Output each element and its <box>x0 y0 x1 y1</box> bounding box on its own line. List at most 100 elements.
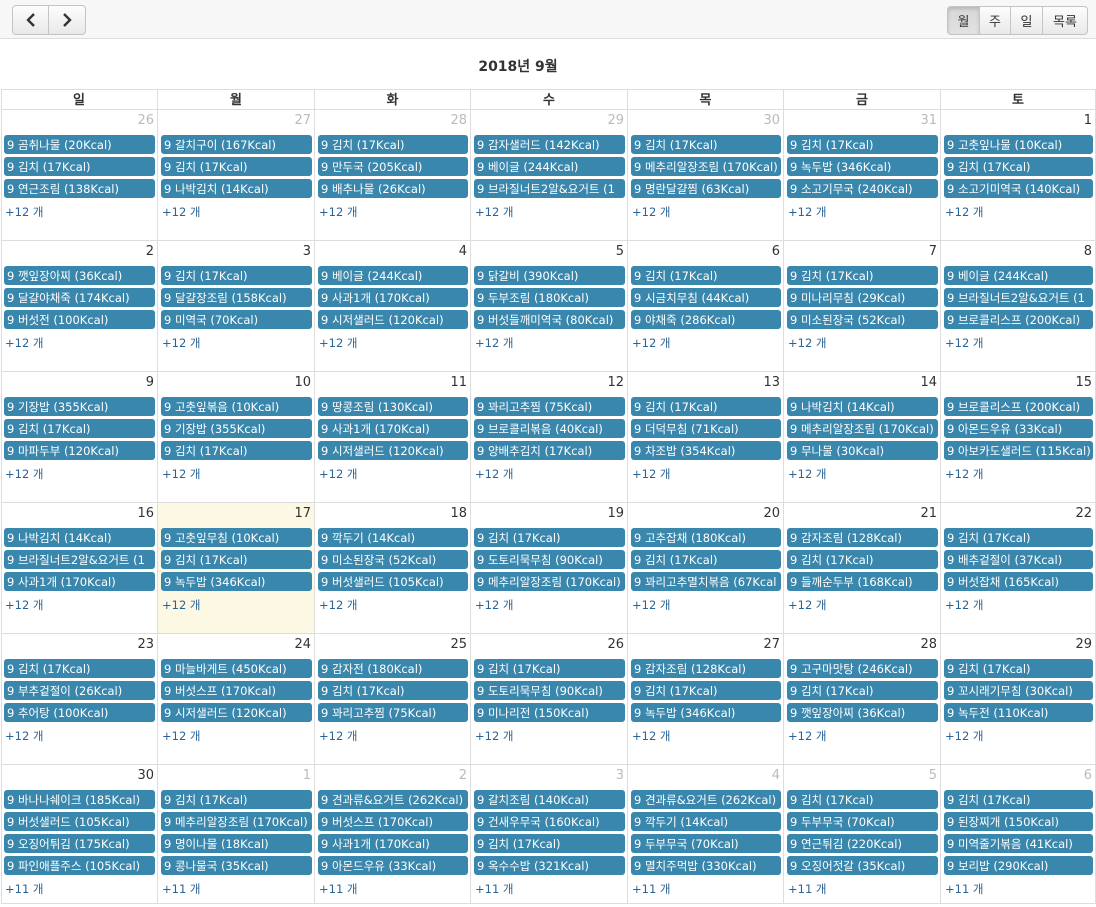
calendar-event[interactable]: 9 미소된장국 (52Kcal) <box>318 550 468 569</box>
calendar-event[interactable]: 9 김치 (17Kcal) <box>787 135 938 154</box>
calendar-event[interactable]: 9 아몬드우유 (33Kcal) <box>318 856 468 875</box>
more-events-link[interactable]: +12 개 <box>319 728 358 744</box>
calendar-event[interactable]: 9 명란달걀찜 (63Kcal) <box>631 179 781 198</box>
calendar-event[interactable]: 9 버섯스프 (170Kcal) <box>161 681 312 700</box>
day-cell[interactable]: 27 9 감자조림 (128Kcal) 9 김치 (17Kcal) 9 녹두밥 (34… <box>628 634 784 765</box>
more-events-link[interactable]: +12 개 <box>788 728 827 744</box>
day-number[interactable]: 26 <box>137 113 154 128</box>
calendar-event[interactable]: 9 녹두전 (110Kcal) <box>944 703 1093 722</box>
day-cell[interactable]: 15 9 브로콜리스프 (200Kcal) 9 아몬드우유 (33Kcal) 9 아보… <box>941 372 1096 503</box>
day-cell-today[interactable]: 17 9 고춧잎무침 (10Kcal) 9 김치 (17Kcal) 9 녹두밥 (34… <box>158 503 315 634</box>
calendar-event[interactable]: 9 김치 (17Kcal) <box>4 157 155 176</box>
day-number[interactable]: 25 <box>450 637 467 652</box>
day-number[interactable]: 29 <box>607 113 624 128</box>
calendar-event[interactable]: 9 감자조림 (128Kcal) <box>631 659 781 678</box>
calendar-event[interactable]: 9 김치 (17Kcal) <box>474 659 625 678</box>
day-cell[interactable]: 28 9 김치 (17Kcal) 9 만두국 (205Kcal) 9 배추나물 (26… <box>315 110 471 241</box>
calendar-event[interactable]: 9 땅콩조림 (130Kcal) <box>318 397 468 416</box>
calendar-event[interactable]: 9 브라질너트2알&요거트 (1 <box>474 179 625 198</box>
next-button[interactable] <box>48 5 86 35</box>
day-number[interactable]: 4 <box>772 768 780 783</box>
calendar-event[interactable]: 9 녹두밥 (346Kcal) <box>161 572 312 591</box>
more-events-link[interactable]: +12 개 <box>5 597 44 613</box>
calendar-event[interactable]: 9 김치 (17Kcal) <box>787 790 938 809</box>
day-cell[interactable]: 7 9 김치 (17Kcal) 9 미나리무침 (29Kcal) 9 미소된장국 (5… <box>784 241 941 372</box>
calendar-event[interactable]: 9 김치 (17Kcal) <box>631 266 781 285</box>
more-events-link[interactable]: +11 개 <box>475 881 514 897</box>
day-cell[interactable]: 20 9 고추잡채 (180Kcal) 9 김치 (17Kcal) 9 꽈리고추멸치볶… <box>628 503 784 634</box>
calendar-event[interactable]: 9 감자샐러드 (142Kcal) <box>474 135 625 154</box>
calendar-event[interactable]: 9 보리밥 (290Kcal) <box>944 856 1093 875</box>
day-cell[interactable]: 3 9 김치 (17Kcal) 9 달걀장조림 (158Kcal) 9 미역국 (70… <box>158 241 315 372</box>
calendar-event[interactable]: 9 야채죽 (286Kcal) <box>631 310 781 329</box>
calendar-event[interactable]: 9 나박김치 (14Kcal) <box>4 528 155 547</box>
calendar-event[interactable]: 9 꽈리고추찜 (75Kcal) <box>318 703 468 722</box>
calendar-event[interactable]: 9 김치 (17Kcal) <box>474 834 625 853</box>
calendar-event[interactable]: 9 김치 (17Kcal) <box>787 550 938 569</box>
calendar-event[interactable]: 9 녹두밥 (346Kcal) <box>631 703 781 722</box>
calendar-event[interactable]: 9 메추리알장조림 (170Kcal) <box>631 157 781 176</box>
day-number[interactable]: 1 <box>303 768 311 783</box>
calendar-event[interactable]: 9 시저샐러드 (120Kcal) <box>161 703 312 722</box>
calendar-event[interactable]: 9 깻잎장아찌 (36Kcal) <box>4 266 155 285</box>
calendar-event[interactable]: 9 버섯샐러드 (105Kcal) <box>4 812 155 831</box>
calendar-event[interactable]: 9 연근튀김 (220Kcal) <box>787 834 938 853</box>
calendar-event[interactable]: 9 고춧잎무침 (10Kcal) <box>161 528 312 547</box>
calendar-event[interactable]: 9 두부무국 (70Kcal) <box>787 812 938 831</box>
day-cell[interactable]: 2 9 견과류&요거트 (262Kcal) 9 버섯스프 (170Kcal) 9 사과… <box>315 765 471 904</box>
calendar-event[interactable]: 9 된장찌개 (150Kcal) <box>944 812 1093 831</box>
calendar-event[interactable]: 9 메추리알장조림 (170Kcal) <box>474 572 625 591</box>
calendar-event[interactable]: 9 더덕무침 (71Kcal) <box>631 419 781 438</box>
calendar-event[interactable]: 9 부추겉절이 (26Kcal) <box>4 681 155 700</box>
day-cell[interactable]: 12 9 꽈리고추찜 (75Kcal) 9 브로콜리볶음 (40Kcal) 9 양배추… <box>471 372 628 503</box>
calendar-event[interactable]: 9 들깨순두부 (168Kcal) <box>787 572 938 591</box>
calendar-event[interactable]: 9 고춧잎볶음 (10Kcal) <box>161 397 312 416</box>
more-events-link[interactable]: +12 개 <box>788 335 827 351</box>
calendar-event[interactable]: 9 꼬시래기무침 (30Kcal) <box>944 681 1093 700</box>
calendar-event[interactable]: 9 달걀장조림 (158Kcal) <box>161 288 312 307</box>
day-cell[interactable]: 24 9 마늘바게트 (450Kcal) 9 버섯스프 (170Kcal) 9 시저샐… <box>158 634 315 765</box>
more-events-link[interactable]: +12 개 <box>945 335 984 351</box>
calendar-event[interactable]: 9 김치 (17Kcal) <box>161 441 312 460</box>
day-cell[interactable]: 19 9 김치 (17Kcal) 9 도토리묵무침 (90Kcal) 9 메추리알장조… <box>471 503 628 634</box>
more-events-link[interactable]: +12 개 <box>162 728 201 744</box>
calendar-event[interactable]: 9 깍두기 (14Kcal) <box>631 812 781 831</box>
calendar-event[interactable]: 9 미역국 (70Kcal) <box>161 310 312 329</box>
calendar-event[interactable]: 9 김치 (17Kcal) <box>474 528 625 547</box>
calendar-event[interactable]: 9 깍두기 (14Kcal) <box>318 528 468 547</box>
more-events-link[interactable]: +12 개 <box>945 728 984 744</box>
day-cell[interactable]: 30 9 김치 (17Kcal) 9 메추리알장조림 (170Kcal) 9 명란달걀… <box>628 110 784 241</box>
more-events-link[interactable]: +12 개 <box>632 204 671 220</box>
calendar-event[interactable]: 9 고춧잎나물 (10Kcal) <box>944 135 1093 154</box>
more-events-link[interactable]: +12 개 <box>5 335 44 351</box>
prev-button[interactable] <box>12 5 49 35</box>
calendar-event[interactable]: 9 바나나쉐이크 (185Kcal) <box>4 790 155 809</box>
calendar-event[interactable]: 9 버섯들깨미역국 (80Kcal) <box>474 310 625 329</box>
day-cell[interactable]: 31 9 김치 (17Kcal) 9 녹두밥 (346Kcal) 9 소고기무국 (2… <box>784 110 941 241</box>
calendar-event[interactable]: 9 김치 (17Kcal) <box>161 550 312 569</box>
calendar-event[interactable]: 9 김치 (17Kcal) <box>944 528 1093 547</box>
calendar-event[interactable]: 9 사과1개 (170Kcal) <box>318 419 468 438</box>
calendar-event[interactable]: 9 김치 (17Kcal) <box>161 790 312 809</box>
more-events-link[interactable]: +12 개 <box>319 204 358 220</box>
more-events-link[interactable]: +12 개 <box>945 597 984 613</box>
more-events-link[interactable]: +12 개 <box>632 597 671 613</box>
calendar-event[interactable]: 9 소고기무국 (240Kcal) <box>787 179 938 198</box>
day-number[interactable]: 4 <box>459 244 467 259</box>
calendar-event[interactable]: 9 김치 (17Kcal) <box>631 681 781 700</box>
calendar-event[interactable]: 9 김치 (17Kcal) <box>318 681 468 700</box>
more-events-link[interactable]: +12 개 <box>162 335 201 351</box>
day-cell[interactable]: 5 9 닭갈비 (390Kcal) 9 두부조림 (180Kcal) 9 버섯들깨미역… <box>471 241 628 372</box>
more-events-link[interactable]: +12 개 <box>788 204 827 220</box>
day-number[interactable]: 17 <box>294 506 311 521</box>
calendar-event[interactable]: 9 명이나물 (18Kcal) <box>161 834 312 853</box>
day-cell[interactable]: 14 9 나박김치 (14Kcal) 9 메추리알장조림 (170Kcal) 9 무나… <box>784 372 941 503</box>
day-cell[interactable]: 6 9 김치 (17Kcal) 9 시금치무침 (44Kcal) 9 야채죽 (286… <box>628 241 784 372</box>
calendar-event[interactable]: 9 견과류&요거트 (262Kcal) <box>631 790 781 809</box>
day-number[interactable]: 18 <box>450 506 467 521</box>
calendar-event[interactable]: 9 김치 (17Kcal) <box>161 157 312 176</box>
day-number[interactable]: 5 <box>616 244 624 259</box>
calendar-event[interactable]: 9 무나물 (30Kcal) <box>787 441 938 460</box>
day-number[interactable]: 23 <box>137 637 154 652</box>
calendar-event[interactable]: 9 기장밥 (355Kcal) <box>161 419 312 438</box>
